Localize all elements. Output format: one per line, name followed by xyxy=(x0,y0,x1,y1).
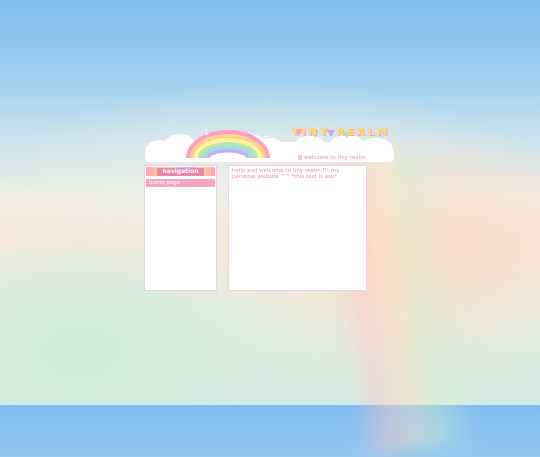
page-icon xyxy=(298,155,302,160)
navigation-title: navigation xyxy=(156,167,205,176)
svg-text:✦: ✦ xyxy=(204,131,209,138)
site-header: ✦ ✦ TINY REALM welcome to tiny realm xyxy=(145,120,395,165)
site-logo: TINY REALM xyxy=(292,127,391,138)
main-content: hello and welcome to tiny realm !!! my p… xyxy=(228,165,367,291)
welcome-message: welcome to tiny realm xyxy=(298,155,366,161)
welcome-text: welcome to tiny realm xyxy=(304,155,366,161)
sidebar-item-home[interactable]: home page xyxy=(146,179,215,187)
navigation-header: navigation xyxy=(146,167,215,176)
sidebar: navigation home page xyxy=(144,165,217,291)
intro-text: hello and welcome to tiny realm !!! my p… xyxy=(232,168,340,180)
svg-text:✦: ✦ xyxy=(264,134,268,140)
rainbow-icon: ✦ ✦ xyxy=(186,130,270,158)
